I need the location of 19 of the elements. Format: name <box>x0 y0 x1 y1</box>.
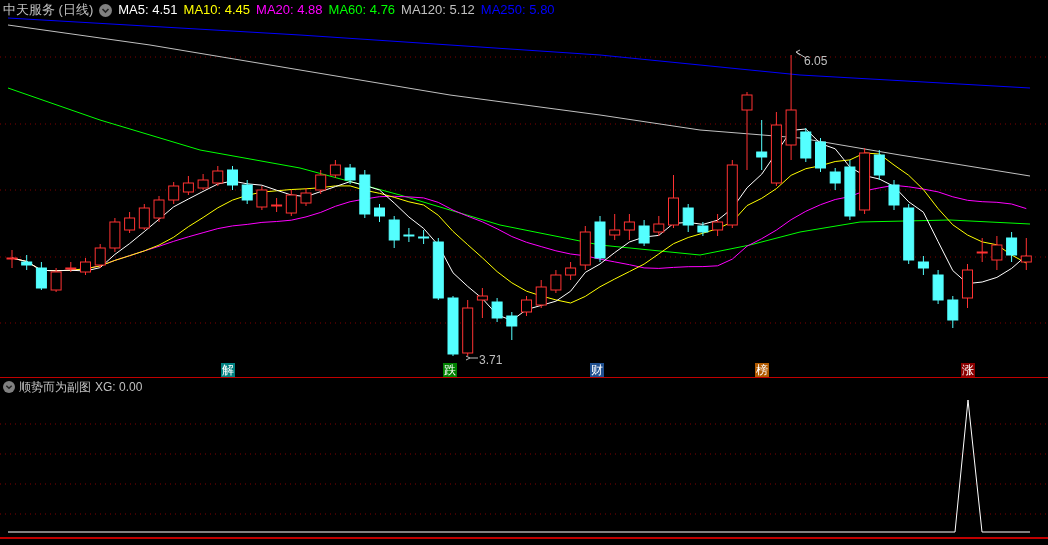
ma-indicator: MA10: 4.45 <box>183 1 251 20</box>
event-marker[interactable]: 解 <box>221 363 235 377</box>
event-marker[interactable]: 榜 <box>755 363 769 377</box>
arrow-icon <box>465 355 479 361</box>
sub-chart-title: 顺势而为副图 <box>19 379 91 396</box>
ma-indicator: MA250: 5.80 <box>480 1 555 20</box>
ma-indicator: MA20: 4.88 <box>256 1 323 20</box>
ma-indicator: MA120: 5.12 <box>401 1 475 20</box>
ma-indicator: MA60: 4.76 <box>328 1 396 20</box>
xg-indicator: XG: 0.00 <box>95 379 143 396</box>
event-marker[interactable]: 跌 <box>443 363 457 377</box>
high-price-label: 6.05 <box>804 53 828 70</box>
event-marker[interactable]: 涨 <box>961 363 975 377</box>
low-price-label: 3.71 <box>479 352 503 369</box>
event-marker[interactable]: 财 <box>590 363 604 377</box>
chevron-icon[interactable] <box>99 3 113 17</box>
chevron-icon[interactable] <box>3 381 15 393</box>
stock-title: 中天服务 (日线) <box>3 1 94 20</box>
ma-indicator: MA5: 4.51 <box>118 1 178 20</box>
